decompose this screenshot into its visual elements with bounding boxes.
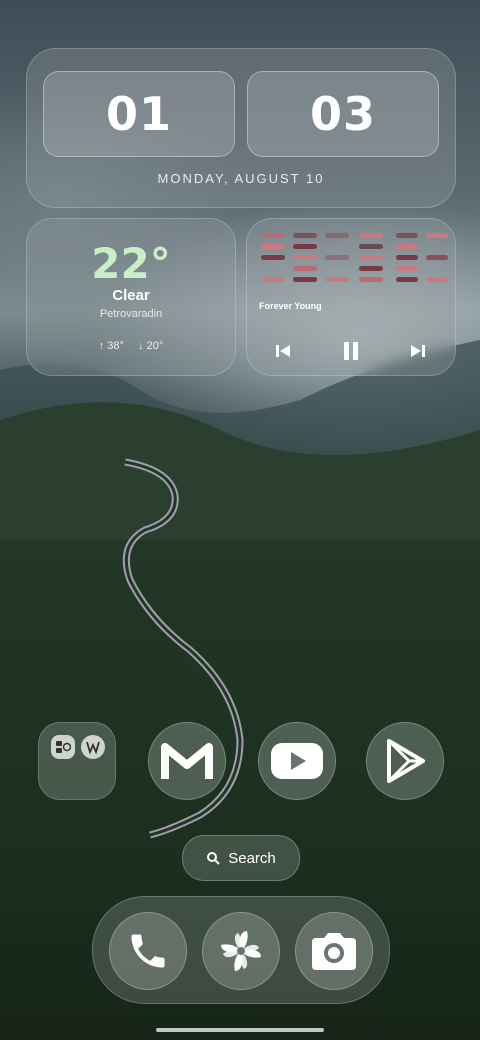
wear-app-icon [81, 735, 105, 759]
previous-track-button[interactable] [269, 339, 297, 363]
pause-icon [344, 342, 358, 360]
clock-hour: 01 [43, 71, 235, 157]
play-store-icon[interactable] [366, 722, 444, 800]
search-label: Search [228, 849, 276, 867]
weather-condition: Clear [112, 287, 150, 304]
weather-low: ↓ 20° [138, 340, 164, 352]
track-title: Forever Young [259, 301, 322, 311]
search-icon [207, 852, 220, 865]
weather-widget[interactable]: 22° Clear Petrovaradin ↑ 38° ↓ 20° [26, 218, 236, 376]
clock-minute: 03 [247, 71, 439, 157]
skip-next-icon [411, 345, 425, 357]
weather-location: Petrovaradin [99, 308, 163, 320]
dock [92, 896, 390, 1004]
weather-high: ↑ 38° [98, 340, 124, 352]
app-folder[interactable] [38, 722, 116, 800]
pinwheel-app-icon[interactable] [202, 912, 280, 990]
next-track-button[interactable] [404, 339, 432, 363]
clock-date: MONDAY, AUGUST 10 [157, 171, 325, 186]
clock-widget[interactable]: 01 03 MONDAY, AUGUST 10 [26, 48, 456, 208]
weather-temperature: 22° [91, 239, 171, 288]
pause-button[interactable] [337, 339, 365, 363]
camera-icon[interactable] [295, 912, 373, 990]
weather-high-low: ↑ 38° ↓ 20° [27, 340, 235, 352]
media-widget[interactable]: Forever Young [246, 218, 456, 376]
skip-previous-icon [276, 345, 290, 357]
calendar-app-icon [51, 735, 75, 759]
home-gesture-bar[interactable] [156, 1028, 324, 1032]
search-bar[interactable]: Search [182, 835, 300, 881]
phone-icon[interactable] [109, 912, 187, 990]
youtube-icon[interactable] [258, 722, 336, 800]
gmail-icon[interactable] [148, 722, 226, 800]
equalizer-visual [261, 231, 448, 295]
